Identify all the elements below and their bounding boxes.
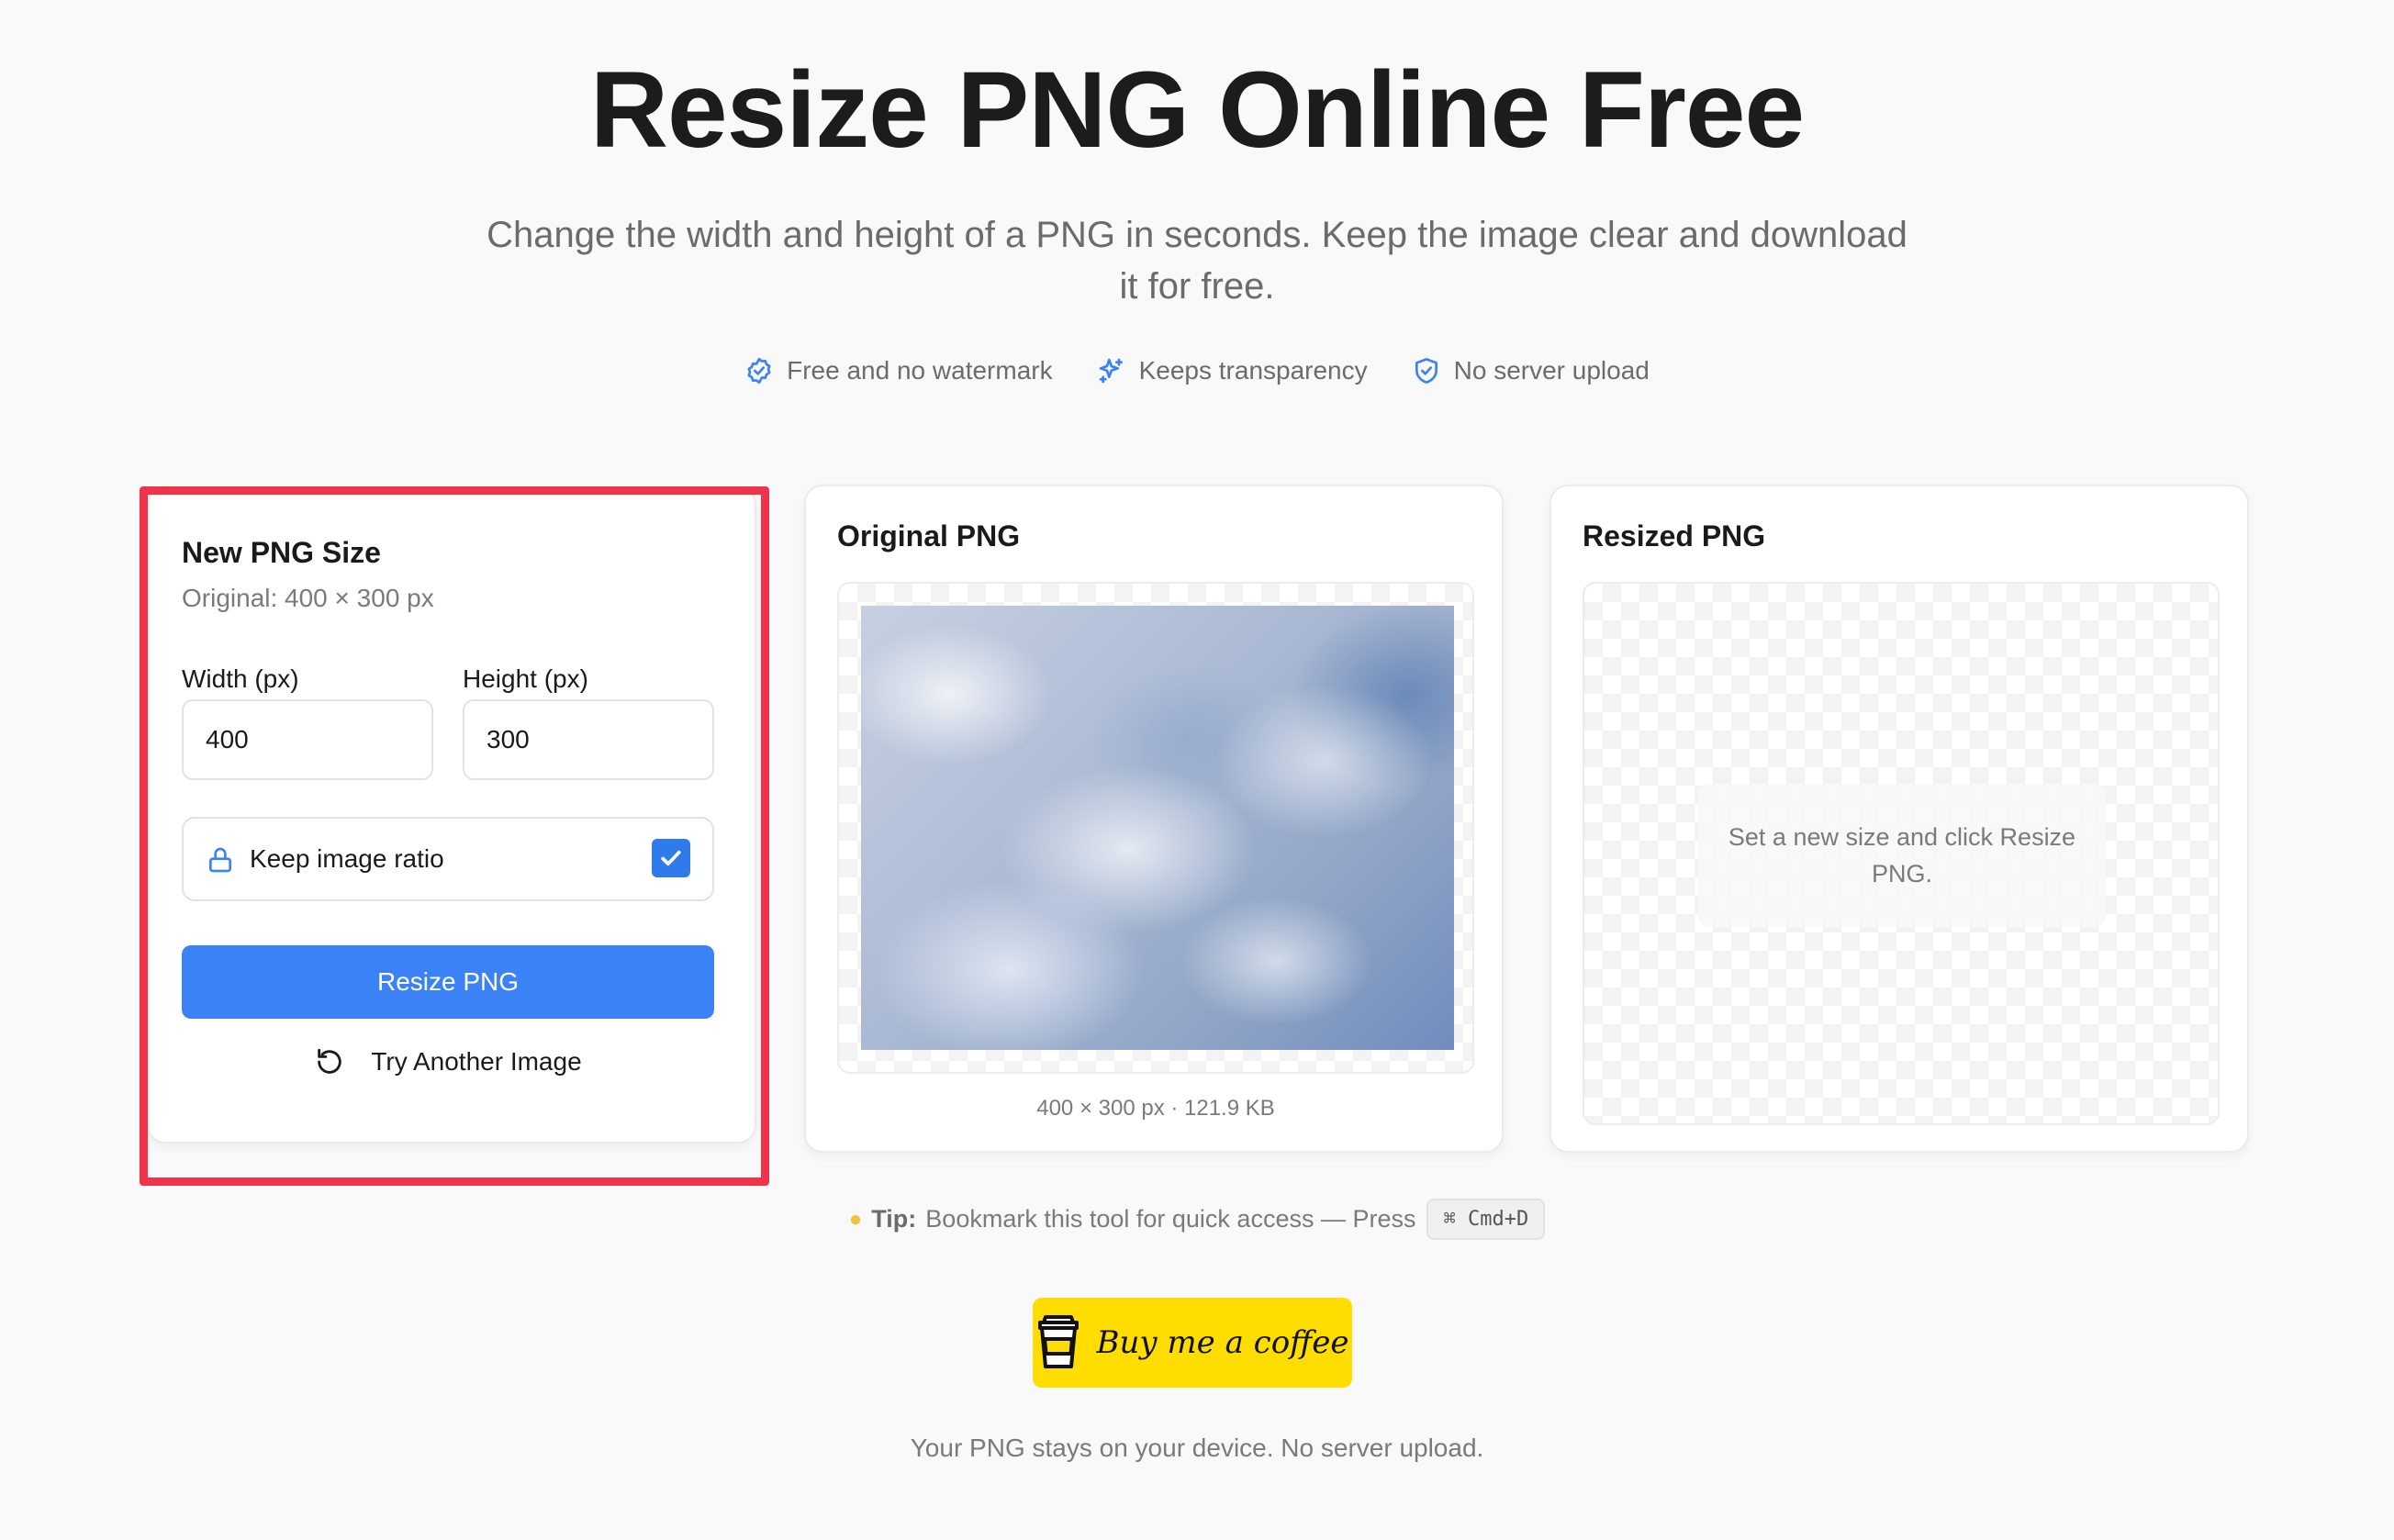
resized-panel-title: Resized PNG xyxy=(1583,519,1766,552)
resized-placeholder: Set a new size and click Resize PNG. xyxy=(1698,784,2106,927)
lightbulb-icon: ● xyxy=(848,1206,863,1232)
original-size-text: Original: 400 × 300 px xyxy=(182,584,434,612)
coffee-label: Buy me a coffee xyxy=(1096,1324,1349,1361)
original-png-card: Original PNG 400 × 300 px · 121.9 KB xyxy=(804,485,1504,1153)
refresh-icon xyxy=(318,1048,342,1074)
original-image xyxy=(861,606,1454,1050)
feature-list: Free and no watermark Keeps transparency… xyxy=(0,356,2394,385)
tip-bar: ● Tip: Bookmark this tool for quick acce… xyxy=(0,1199,2394,1240)
buy-me-a-coffee-button[interactable]: Buy me a coffee xyxy=(1033,1298,1352,1388)
resized-png-card: Resized PNG Set a new size and click Res… xyxy=(1549,485,2249,1153)
feature-label: Keeps transparency xyxy=(1138,356,1368,385)
width-label: Width (px) xyxy=(182,664,299,693)
page-title: Resize PNG Online Free xyxy=(589,50,1805,171)
feature-item: Keeps transparency xyxy=(1097,356,1368,385)
keep-ratio-toggle[interactable]: Keep image ratio xyxy=(182,817,714,901)
resize-settings-card: New PNG Size Original: 400 × 300 px Widt… xyxy=(147,486,756,1144)
page-subtitle: Change the width and height of a PNG in … xyxy=(487,215,1907,307)
checkmark-icon xyxy=(661,850,681,866)
coffee-cup-icon xyxy=(1037,1315,1079,1368)
tip-text: Bookmark this tool for quick access — Pr… xyxy=(925,1205,1416,1233)
sparkles-icon xyxy=(1099,358,1123,384)
resized-image-preview: Set a new size and click Resize PNG. xyxy=(1583,582,2220,1125)
settings-title: New PNG Size xyxy=(182,536,381,569)
try-another-label: Try Another Image xyxy=(371,1047,582,1076)
original-image-preview xyxy=(837,582,1474,1074)
width-input[interactable] xyxy=(182,699,433,780)
shield-check-icon xyxy=(1415,358,1438,384)
lock-icon xyxy=(209,847,231,873)
feature-label: No server upload xyxy=(1453,356,1650,385)
feature-item: Free and no watermark xyxy=(744,356,1053,385)
try-another-image-button[interactable]: Try Another Image xyxy=(149,1046,747,1077)
resize-png-button[interactable]: Resize PNG xyxy=(182,945,714,1019)
privacy-note: Your PNG stays on your device. No server… xyxy=(910,1434,1484,1462)
height-label: Height (px) xyxy=(463,664,588,693)
tip-label: Tip: xyxy=(871,1205,917,1233)
height-input[interactable] xyxy=(463,699,714,780)
page: Resize PNG Online Free Change the width … xyxy=(0,0,2394,1540)
keep-ratio-label: Keep image ratio xyxy=(250,844,444,873)
original-image-meta: 400 × 300 px · 121.9 KB xyxy=(1036,1096,1275,1121)
keep-ratio-checkbox[interactable] xyxy=(652,839,690,877)
feature-label: Free and no watermark xyxy=(787,356,1053,385)
check-badge-icon xyxy=(747,358,771,384)
shortcut-badge: ⌘ Cmd+D xyxy=(1426,1199,1546,1240)
feature-item: No server upload xyxy=(1412,356,1650,385)
original-panel-title: Original PNG xyxy=(837,519,1021,552)
